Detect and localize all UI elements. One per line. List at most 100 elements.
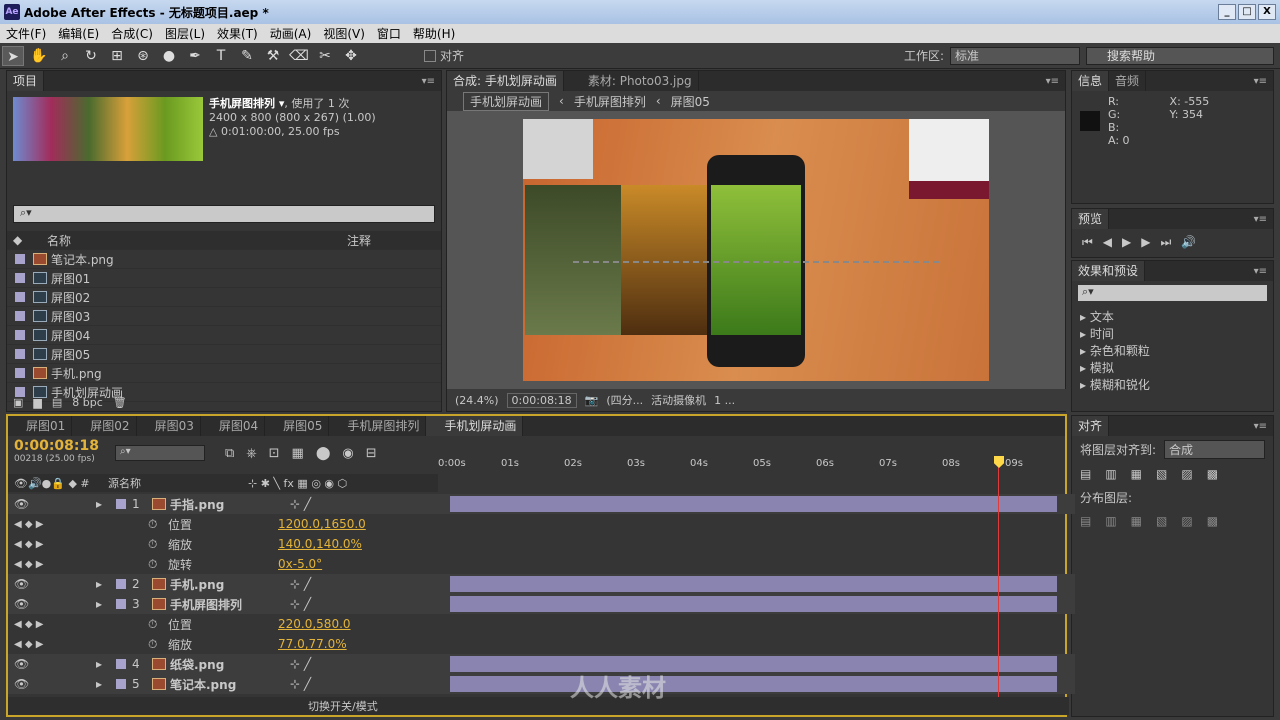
- zoom-dropdown[interactable]: (24.4%): [455, 394, 499, 407]
- menu-animation[interactable]: 动画(A): [264, 25, 318, 42]
- align-tab[interactable]: 对齐: [1072, 416, 1110, 436]
- project-search-input[interactable]: ⌕▾: [13, 205, 435, 223]
- breadcrumb-nested[interactable]: 手机屏图排列: [574, 93, 646, 110]
- layer-duration-bar[interactable]: [450, 596, 1057, 612]
- stopwatch-icon[interactable]: ⏱: [148, 617, 160, 632]
- panel-menu-icon[interactable]: ▾≡: [422, 76, 435, 87]
- new-comp-icon[interactable]: ▤: [52, 396, 62, 409]
- comp-viewer-tab[interactable]: 合成: 手机划屏动画: [447, 71, 564, 91]
- effect-noise[interactable]: ▸ 杂色和颗粒: [1080, 343, 1265, 360]
- effect-blur[interactable]: ▸ 模糊和锐化: [1080, 377, 1265, 394]
- property-row[interactable]: ◀ ◆ ▶ ⏱ 缩放 140.0,140.0%: [8, 534, 1075, 554]
- layer-row[interactable]: 👁 ▸ 5 笔记本.png ⊹ ╱: [8, 674, 1075, 694]
- camera-tool-icon[interactable]: ⊞: [106, 46, 128, 66]
- motion-path[interactable]: [573, 261, 939, 263]
- effect-text[interactable]: ▸ 文本: [1080, 309, 1265, 326]
- zoom-tool-icon[interactable]: ⌕: [54, 46, 76, 66]
- timeline-tab[interactable]: 屏图01: [8, 416, 73, 436]
- menu-layer[interactable]: 图层(L): [159, 25, 211, 42]
- comp-canvas[interactable]: [523, 119, 989, 381]
- footage-viewer-tab[interactable]: 素材: Photo03.jpg: [563, 71, 699, 91]
- layer-duration-bar[interactable]: [450, 496, 1057, 512]
- distribute-buttons[interactable]: ▤▥▦▧▨▩: [1072, 510, 1273, 532]
- label-color[interactable]: [116, 499, 126, 509]
- time-ruler[interactable]: 0:00s 01s 02s 03s 04s 05s 06s 07s 08s 09s: [438, 456, 1058, 484]
- source-name-header[interactable]: 源名称: [108, 475, 248, 491]
- timeline-tab[interactable]: 屏图03: [136, 416, 201, 436]
- keyframe-nav-icons[interactable]: ◀ ◆ ▶: [8, 539, 148, 550]
- layer-switches[interactable]: ⊹ ╱: [290, 657, 311, 671]
- help-search-input[interactable]: 搜索帮助: [1086, 46, 1274, 65]
- layer-name[interactable]: 手机.png: [170, 576, 290, 593]
- note-column-header[interactable]: 注释: [347, 232, 371, 249]
- stopwatch-icon[interactable]: ⏱: [148, 557, 160, 572]
- layer-name[interactable]: 手指.png: [170, 496, 290, 513]
- camera-dropdown[interactable]: 活动摄像机: [651, 392, 706, 408]
- workspace-dropdown[interactable]: 标准: [950, 46, 1080, 65]
- project-item[interactable]: 笔记本.png: [7, 250, 441, 269]
- menu-view[interactable]: 视图(V): [317, 25, 371, 42]
- stamp-tool-icon[interactable]: ⚒: [262, 46, 284, 66]
- timeline-time[interactable]: 0:00:08:18: [14, 439, 99, 453]
- name-column-header[interactable]: 名称: [47, 232, 347, 249]
- timeline-tab[interactable]: 屏图05: [265, 416, 330, 436]
- minimize-button[interactable]: _: [1218, 4, 1236, 20]
- project-item[interactable]: 屏图01: [7, 269, 441, 288]
- label-color[interactable]: [116, 579, 126, 589]
- label-color[interactable]: [116, 599, 126, 609]
- views-dropdown[interactable]: 1 ...: [714, 394, 735, 407]
- property-value[interactable]: 140.0,140.0%: [278, 537, 362, 551]
- project-item[interactable]: 手机.png: [7, 364, 441, 383]
- toggle-switches-modes[interactable]: 切换开关/模式: [8, 698, 378, 714]
- menu-effect[interactable]: 效果(T): [211, 25, 264, 42]
- breadcrumb-screen[interactable]: 屏图05: [671, 93, 710, 110]
- twirl-icon[interactable]: ▸: [96, 497, 110, 511]
- layer-name[interactable]: 纸袋.png: [170, 656, 290, 673]
- menu-edit[interactable]: 编辑(E): [52, 25, 105, 42]
- timeline-switch-icons[interactable]: ⧉⎈⊡▦⬤◉⊟: [225, 446, 389, 461]
- timeline-tab[interactable]: 屏图02: [72, 416, 137, 436]
- preview-tab[interactable]: 预览: [1072, 209, 1110, 229]
- brush-tool-icon[interactable]: ✎: [236, 46, 258, 66]
- hand-tool-icon[interactable]: ✋: [28, 46, 50, 66]
- resolution-dropdown[interactable]: (四分...: [606, 392, 643, 408]
- layer-duration-bar[interactable]: [450, 676, 1057, 692]
- selection-tool-icon[interactable]: ➤: [2, 45, 24, 66]
- visibility-eye-icon[interactable]: 👁: [14, 677, 29, 691]
- eraser-tool-icon[interactable]: ⌫: [288, 46, 310, 66]
- ellipse-tool-icon[interactable]: ●: [158, 46, 180, 66]
- keyframe-nav-icons[interactable]: ◀ ◆ ▶: [8, 519, 148, 530]
- keyframe-nav-icons[interactable]: ◀ ◆ ▶: [8, 619, 148, 630]
- timeline-tab[interactable]: 手机划屏动画: [426, 416, 524, 436]
- rotate-tool-icon[interactable]: ↻: [80, 46, 102, 66]
- effects-tab[interactable]: 效果和预设: [1072, 261, 1146, 281]
- breadcrumb-comp[interactable]: 手机划屏动画: [463, 91, 550, 111]
- bpc-label[interactable]: 8 bpc: [72, 396, 103, 409]
- info-tab[interactable]: 信息: [1072, 71, 1110, 91]
- label-color[interactable]: [116, 679, 126, 689]
- pen-tool-icon[interactable]: ✒: [184, 46, 206, 66]
- layer-duration-bar[interactable]: [450, 576, 1057, 592]
- keyframe-nav-icons[interactable]: ◀ ◆ ▶: [8, 559, 148, 570]
- timeline-search-input[interactable]: ⌕▾: [114, 445, 205, 461]
- project-item[interactable]: 屏图03: [7, 307, 441, 326]
- layer-duration-bar[interactable]: [450, 656, 1057, 672]
- property-row[interactable]: ◀ ◆ ▶ ⏱ 缩放 77.0,77.0%: [8, 634, 1075, 654]
- layer-row[interactable]: 👁 ▸ 2 手机.png ⊹ ╱: [8, 574, 1075, 594]
- visibility-eye-icon[interactable]: 👁: [14, 577, 29, 591]
- roto-tool-icon[interactable]: ✂: [314, 46, 336, 66]
- layer-switches[interactable]: ⊹ ╱: [290, 677, 311, 691]
- property-value[interactable]: 77.0,77.0%: [278, 637, 347, 651]
- visibility-eye-icon[interactable]: 👁: [14, 657, 29, 671]
- trash-icon[interactable]: 🗑: [113, 396, 127, 409]
- menu-composition[interactable]: 合成(C): [105, 25, 159, 42]
- folder-icon[interactable]: ▆: [33, 396, 41, 409]
- property-row[interactable]: ◀ ◆ ▶ ⏱ 位置 1200.0,1650.0: [8, 514, 1075, 534]
- stopwatch-icon[interactable]: ⏱: [148, 537, 160, 552]
- menu-window[interactable]: 窗口: [371, 25, 407, 42]
- current-time-display[interactable]: 0:00:08:18: [506, 392, 577, 408]
- puppet-tool-icon[interactable]: ✥: [340, 46, 362, 66]
- label-color[interactable]: [116, 659, 126, 669]
- layer-row[interactable]: 👁 ▸ 1 手指.png ⊹ ╱: [8, 494, 1075, 514]
- audio-tab[interactable]: 音频: [1109, 71, 1147, 91]
